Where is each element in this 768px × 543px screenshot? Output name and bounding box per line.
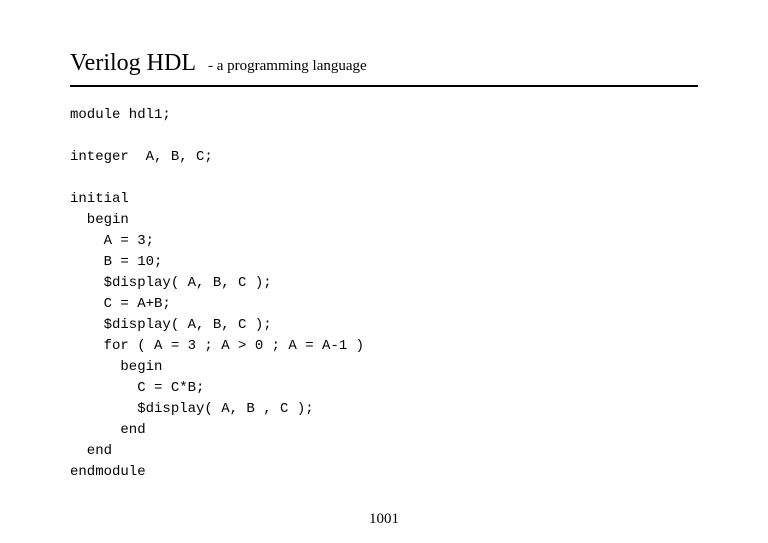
slide-header: Verilog HDL - a programming language xyxy=(70,50,698,77)
code-block: module hdl1; integer A, B, C; initial be… xyxy=(70,105,698,483)
page-number: 1001 xyxy=(0,511,768,528)
slide-subtitle: - a programming language xyxy=(208,58,367,75)
slide-title: Verilog HDL xyxy=(70,50,196,77)
header-divider xyxy=(70,85,698,87)
